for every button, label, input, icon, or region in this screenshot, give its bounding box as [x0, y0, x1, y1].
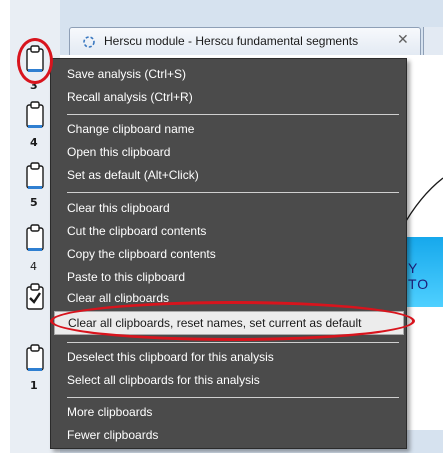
menu-item-more-clipboards[interactable]: More clipboards [51, 401, 406, 424]
menu-item-deselect-clipboard[interactable]: Deselect this clipboard for this analysi… [51, 346, 406, 369]
annotation-oval-menu-item [50, 301, 415, 341]
menu-item-fewer-clipboards[interactable]: Fewer clipboards [51, 424, 406, 447]
clipboard-icon[interactable] [24, 343, 46, 373]
module-tab[interactable]: Herscu module - Herscu fundamental segme… [69, 27, 421, 55]
banner-text: Y TO [408, 260, 430, 292]
menu-item-open-clipboard[interactable]: Open this clipboard [51, 141, 406, 164]
menu-separator [67, 192, 399, 193]
clipboard-checked-icon[interactable] [24, 282, 46, 312]
menu-item-clear-clipboard[interactable]: Clear this clipboard [51, 197, 406, 220]
annotation-circle-clipboard [17, 38, 53, 84]
clipboard-icon[interactable] [24, 223, 46, 253]
menu-item-copy-clipboard[interactable]: Copy the clipboard contents [51, 243, 406, 266]
menu-item-select-all-clipboards[interactable]: Select all clipboards for this analysis [51, 369, 406, 392]
clipboard-icon[interactable] [24, 100, 46, 130]
clipboard-number: 4 [30, 136, 38, 149]
menu-item-paste-clipboard[interactable]: Paste to this clipboard [51, 266, 406, 289]
menu-item-change-clipboard-name[interactable]: Change clipboard name [51, 118, 406, 141]
menu-separator [67, 114, 399, 115]
menu-item-cut-clipboard[interactable]: Cut the clipboard contents [51, 220, 406, 243]
close-icon[interactable]: ✕ [397, 32, 409, 48]
tab-title: Herscu module - Herscu fundamental segme… [104, 34, 359, 48]
context-menu: Save analysis (Ctrl+S) Recall analysis (… [50, 58, 407, 449]
clipboard-icon[interactable] [24, 161, 46, 191]
menu-separator [67, 342, 399, 343]
clipboard-number: 1 [30, 379, 38, 392]
tab-next[interactable] [423, 27, 443, 55]
clipboard-number: 4 [30, 260, 37, 273]
clipboard-number: 5 [30, 196, 38, 209]
menu-item-save-analysis[interactable]: Save analysis (Ctrl+S) [51, 63, 406, 86]
menu-item-set-as-default[interactable]: Set as default (Alt+Click) [51, 164, 406, 187]
menu-item-recall-analysis[interactable]: Recall analysis (Ctrl+R) [51, 86, 406, 109]
module-icon [83, 36, 95, 48]
menu-separator [67, 397, 399, 398]
